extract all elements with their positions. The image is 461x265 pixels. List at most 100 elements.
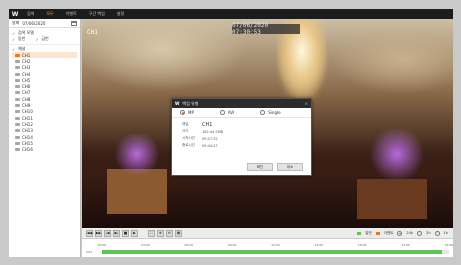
dialog-title: 백업 유형 — [182, 100, 199, 106]
camera-icon — [15, 129, 20, 133]
radio-avi[interactable]: AVI — [219, 110, 235, 115]
radio-label: AVI — [227, 110, 235, 115]
rewind-button[interactable]: ◀◀ — [86, 229, 93, 237]
date-row: 날짜 07/06/2020 — [9, 19, 80, 28]
camera-icon — [15, 91, 20, 95]
menu-item-settings[interactable]: 설정 — [111, 11, 130, 17]
timeline-tick: 15:00 — [314, 243, 324, 247]
radio-icon[interactable] — [219, 110, 225, 115]
camera-label: CH8 — [22, 96, 31, 102]
camera-icon — [15, 104, 20, 108]
timeline-tick: 06:00 — [184, 243, 194, 247]
timeline-legend: 일반 이벤트 24h 2h 1h — [357, 230, 453, 236]
video-light — [112, 134, 162, 174]
timeline-ticks: 00:00 03:00 06:00 09:00 12:00 15:00 18:00 21:00… — [98, 243, 454, 248]
calendar-icon[interactable] — [71, 20, 77, 26]
size-value: 162.44 SMB — [202, 129, 224, 134]
fast-forward-button[interactable]: ▶▶ — [95, 229, 102, 237]
playback-controls: ◀◀ ▶▶ |◀ ▶| ■ ▶ ⛶ ⊕ ⊖ ▦ 일반 이벤트 24h 2h 1h — [82, 228, 453, 238]
cancel-button[interactable]: 취소 — [277, 163, 303, 171]
timeline-tick: 09:00 — [227, 243, 237, 247]
play-button[interactable]: ▶ — [131, 229, 138, 237]
camera-icon — [15, 59, 20, 63]
dialog-logo: W — [175, 101, 180, 106]
timeline[interactable]: 00:00 03:00 06:00 09:00 12:00 15:00 18:00 21:00… — [82, 238, 453, 257]
menu-item-event[interactable]: 이벤트 — [60, 11, 83, 17]
camera-icon — [15, 97, 20, 101]
left-panel: 날짜 07/06/2020 ✓ 검색 모델 ✓ 동반 ✓ 금번 ✓ 채널 CH1… — [9, 19, 81, 257]
camera-tree: ✓ 채널 CH1 CH2 CH3 CH4 CH5 CH6 CH7 CH8 CH9 CH10 CH11… — [9, 45, 80, 154]
ok-button[interactable]: 확인 — [247, 163, 273, 171]
backup-dialog: W 백업 유형 × MP AVI Single 채널 CH1 크기 162.44… — [171, 98, 312, 176]
menu-item-search[interactable]: 검색 — [21, 11, 40, 17]
timeline-tick: 12:00 — [271, 243, 280, 247]
stop-button[interactable]: ■ — [122, 229, 129, 237]
menu-item-backup[interactable]: 구간 백업 — [83, 11, 111, 17]
zoom-out-icon[interactable]: ⊖ — [166, 229, 173, 237]
camera-icon — [15, 135, 20, 139]
end-key: 종료시간 — [182, 143, 195, 147]
camera-label: CH7 — [22, 90, 31, 96]
camera-label: CH3 — [22, 65, 31, 71]
radio-icon[interactable] — [397, 230, 403, 236]
close-icon[interactable]: × — [305, 101, 308, 106]
radio-icon[interactable] — [180, 110, 185, 115]
camera-icon — [15, 78, 20, 82]
radio-single[interactable]: Single — [260, 110, 281, 115]
snapshot-icon[interactable]: ▦ — [175, 229, 182, 237]
camera-label: CH9 — [22, 103, 31, 109]
camera-label: CH15 — [22, 140, 33, 146]
range-1h[interactable]: 1h — [444, 231, 448, 235]
next-frame-button[interactable]: ▶| — [113, 229, 120, 237]
range-2h[interactable]: 2h — [426, 231, 430, 235]
camera-label: CH13 — [22, 128, 33, 134]
camera-label: CH4 — [22, 71, 31, 77]
range-24h[interactable]: 24h — [406, 231, 413, 235]
camera-label: CH6 — [22, 84, 31, 90]
date-label: 날짜 — [12, 20, 20, 25]
camera-icon — [15, 148, 20, 152]
video-display-stand — [107, 169, 167, 214]
camera-item[interactable]: CH16 — [12, 146, 77, 152]
option-b-label: 금번 — [41, 36, 49, 41]
end-value: 09:44:27 — [202, 143, 218, 148]
menu-item-all[interactable]: 모두 — [40, 11, 59, 17]
camera-label: CH11 — [22, 115, 33, 121]
camera-icon — [15, 85, 20, 89]
radio-icon[interactable] — [434, 230, 440, 236]
checkbox-icon[interactable]: ✓ — [35, 37, 39, 42]
radio-icon[interactable] — [417, 230, 423, 236]
camera-label: CH5 — [22, 77, 31, 83]
camera-icon — [15, 116, 20, 120]
camera-icon — [15, 72, 20, 76]
zoom-in-icon[interactable]: ⊕ — [157, 229, 164, 237]
radio-icon[interactable] — [260, 110, 266, 115]
camera-label: CH1 — [22, 52, 31, 58]
timeline-track[interactable] — [102, 250, 449, 254]
camera-label: CH10 — [22, 109, 33, 115]
video-timestamp: 07/06/2020 07:30:53 — [232, 22, 300, 36]
search-options: ✓ 검색 모델 ✓ 동반 ✓ 금번 — [9, 28, 80, 45]
timeline-tick: 18:00 — [357, 243, 367, 247]
dialog-body: 채널 CH1 크기 162.44 SMB 시작시간 09:27:32 종료시간 … — [172, 118, 311, 152]
channel-value: CH1 — [202, 121, 213, 128]
channel-label: CH1 — [87, 29, 98, 36]
previous-frame-button[interactable]: |◀ — [104, 229, 111, 237]
app-logo: W — [11, 10, 19, 18]
recorded-segment — [102, 250, 443, 254]
timeline-tick: 03:00 — [141, 243, 150, 247]
start-value: 09:27:32 — [202, 136, 218, 141]
fullscreen-icon[interactable]: ⛶ — [148, 229, 155, 237]
radio-label: MP — [188, 110, 194, 115]
checkbox-icon[interactable]: ✓ — [12, 47, 16, 52]
video-light — [367, 129, 427, 179]
date-field[interactable]: 07/06/2020 — [22, 21, 45, 26]
checkbox-icon[interactable]: ✓ — [12, 31, 16, 36]
radio-mp[interactable]: MP — [180, 110, 194, 115]
checkbox-icon[interactable]: ✓ — [12, 37, 16, 42]
radio-label: Single — [268, 110, 281, 115]
option-a-label: 동반 — [18, 36, 26, 41]
camera-icon — [15, 66, 20, 70]
legend-event: 이벤트 — [383, 230, 394, 235]
camera-icon — [15, 110, 20, 114]
